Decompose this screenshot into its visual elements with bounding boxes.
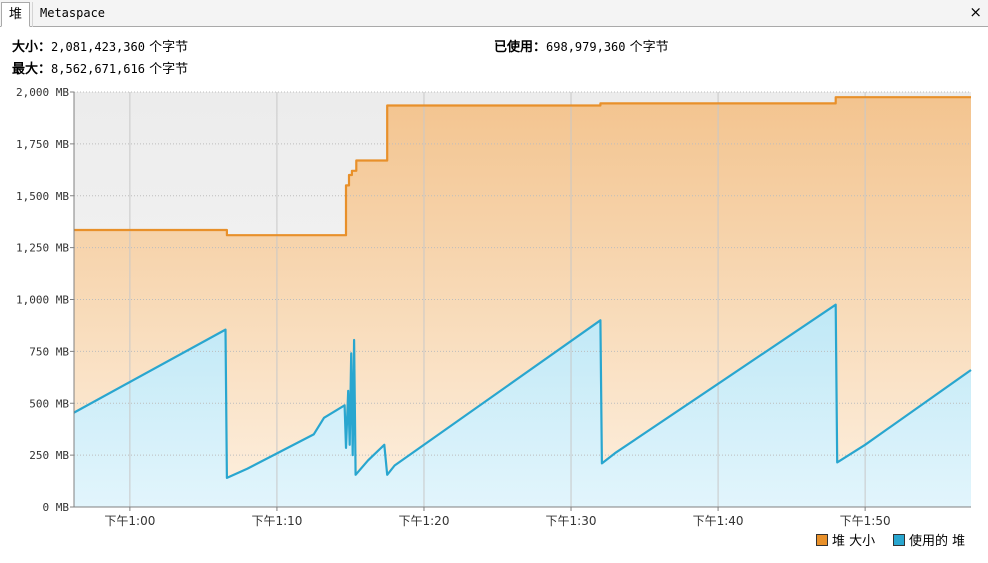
- tab-bar: 堆 Metaspace ×: [0, 0, 988, 27]
- y-tick-label: 1,750 MB: [16, 138, 69, 151]
- legend-item-heap-size: 堆 大小: [816, 533, 875, 551]
- x-tick-label: 下午1:40: [693, 514, 744, 528]
- heap-used-label: 已使用：: [494, 40, 547, 55]
- y-tick-label: 250 MB: [29, 449, 69, 462]
- y-tick-label: 0 MB: [43, 501, 70, 514]
- legend-label-used-heap: 使用的 堆: [909, 534, 966, 549]
- legend-swatch-heap-size: [816, 534, 828, 546]
- heap-size-value: 2,081,423,360: [51, 40, 145, 54]
- legend-label-heap-size: 堆 大小: [832, 534, 876, 549]
- legend-item-used-heap: 使用的 堆: [893, 533, 965, 551]
- legend-swatch-used-heap: [893, 534, 905, 546]
- y-tick-label: 1,500 MB: [16, 190, 69, 203]
- heap-size-label: 大小：: [12, 40, 52, 55]
- heap-used-value: 698,979,360: [546, 40, 626, 54]
- heap-used-unit: 个字节: [629, 40, 669, 55]
- tab-heap[interactable]: 堆: [1, 2, 31, 27]
- x-tick-label: 下午1:30: [546, 514, 597, 528]
- y-tick-label: 2,000 MB: [16, 86, 69, 99]
- heap-max-label: 最大：: [12, 62, 52, 77]
- x-tick-label: 下午1:50: [840, 514, 891, 528]
- heap-max-value: 8,562,671,616: [51, 62, 145, 76]
- x-tick-label: 下午1:00: [104, 514, 155, 528]
- heap-chart: 0 MB 250 MB 500 MB 750 MB 1,000 MB 1,250 MB 1,…: [16, 86, 972, 528]
- heap-max-unit: 个字节: [149, 62, 189, 77]
- heap-size-line: 大小：2,081,423,360 个字节: [12, 38, 188, 57]
- y-tick-label: 1,000 MB: [16, 294, 69, 307]
- y-tick-label: 750 MB: [29, 345, 69, 358]
- heap-max-line: 最大：8,562,671,616 个字节: [12, 60, 188, 79]
- close-icon[interactable]: ×: [969, 4, 982, 21]
- x-tick-label: 下午1:10: [251, 514, 302, 528]
- heap-used-line: 已使用：698,979,360 个字节: [494, 38, 669, 57]
- x-tick-label: 下午1:20: [399, 514, 450, 528]
- tab-metaspace[interactable]: Metaspace: [32, 2, 112, 27]
- heap-size-unit: 个字节: [149, 40, 189, 55]
- y-tick-label: 1,250 MB: [16, 242, 69, 255]
- y-tick-label: 500 MB: [29, 397, 69, 410]
